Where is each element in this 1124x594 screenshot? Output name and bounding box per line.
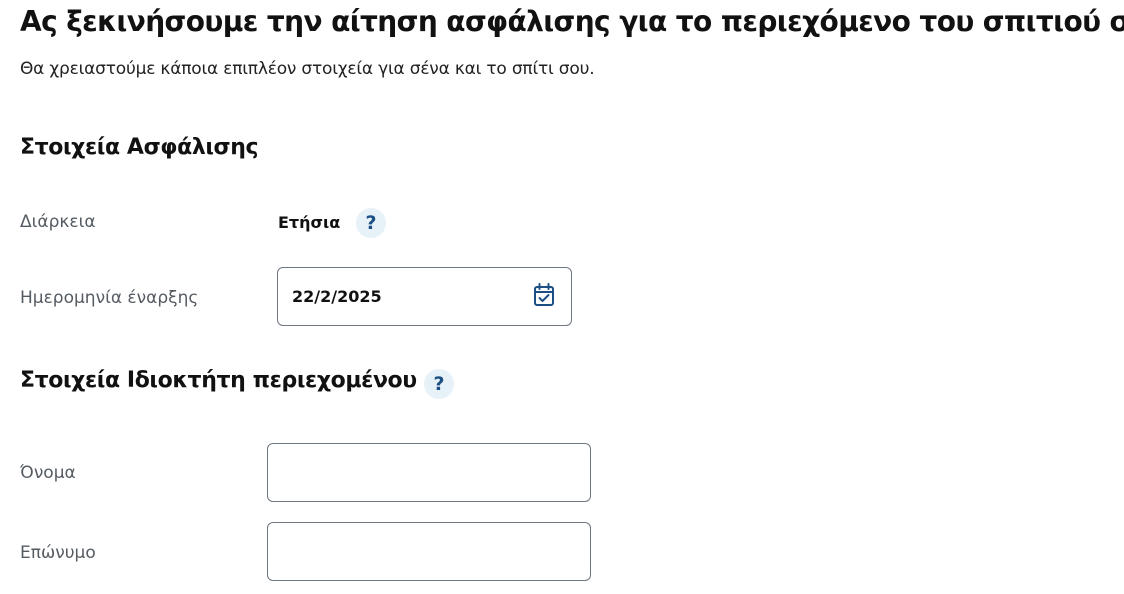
insurance-section-title: Στοιχεία Ασφάλισης xyxy=(20,135,259,160)
last-name-label: Επώνυμο xyxy=(20,543,96,563)
duration-label: Διάρκεια xyxy=(20,212,96,232)
first-name-label: Όνομα xyxy=(20,463,76,483)
start-date-value: 22/2/2025 xyxy=(292,287,382,306)
duration-help-icon[interactable]: ? xyxy=(356,208,386,238)
owner-help-icon[interactable]: ? xyxy=(424,369,454,399)
owner-section-title: Στοιχεία Ιδιοκτήτη περιεχομένου xyxy=(20,368,417,393)
last-name-input[interactable] xyxy=(268,523,590,580)
last-name-field[interactable] xyxy=(267,522,591,581)
first-name-input[interactable] xyxy=(268,444,590,501)
start-date-field[interactable]: 22/2/2025 xyxy=(277,267,572,326)
start-date-label: Ημερομηνία έναρξης xyxy=(20,288,199,308)
duration-value: Ετήσια xyxy=(278,213,341,232)
page-title: Ας ξεκινήσουμε την αίτηση ασφάλισης για … xyxy=(20,5,1124,38)
page-subtitle: Θα χρειαστούμε κάποια επιπλέον στοιχεία … xyxy=(20,59,595,79)
calendar-check-icon[interactable] xyxy=(533,283,555,307)
insurance-application-page: Ας ξεκινήσουμε την αίτηση ασφάλισης για … xyxy=(0,0,1124,594)
first-name-field[interactable] xyxy=(267,443,591,502)
